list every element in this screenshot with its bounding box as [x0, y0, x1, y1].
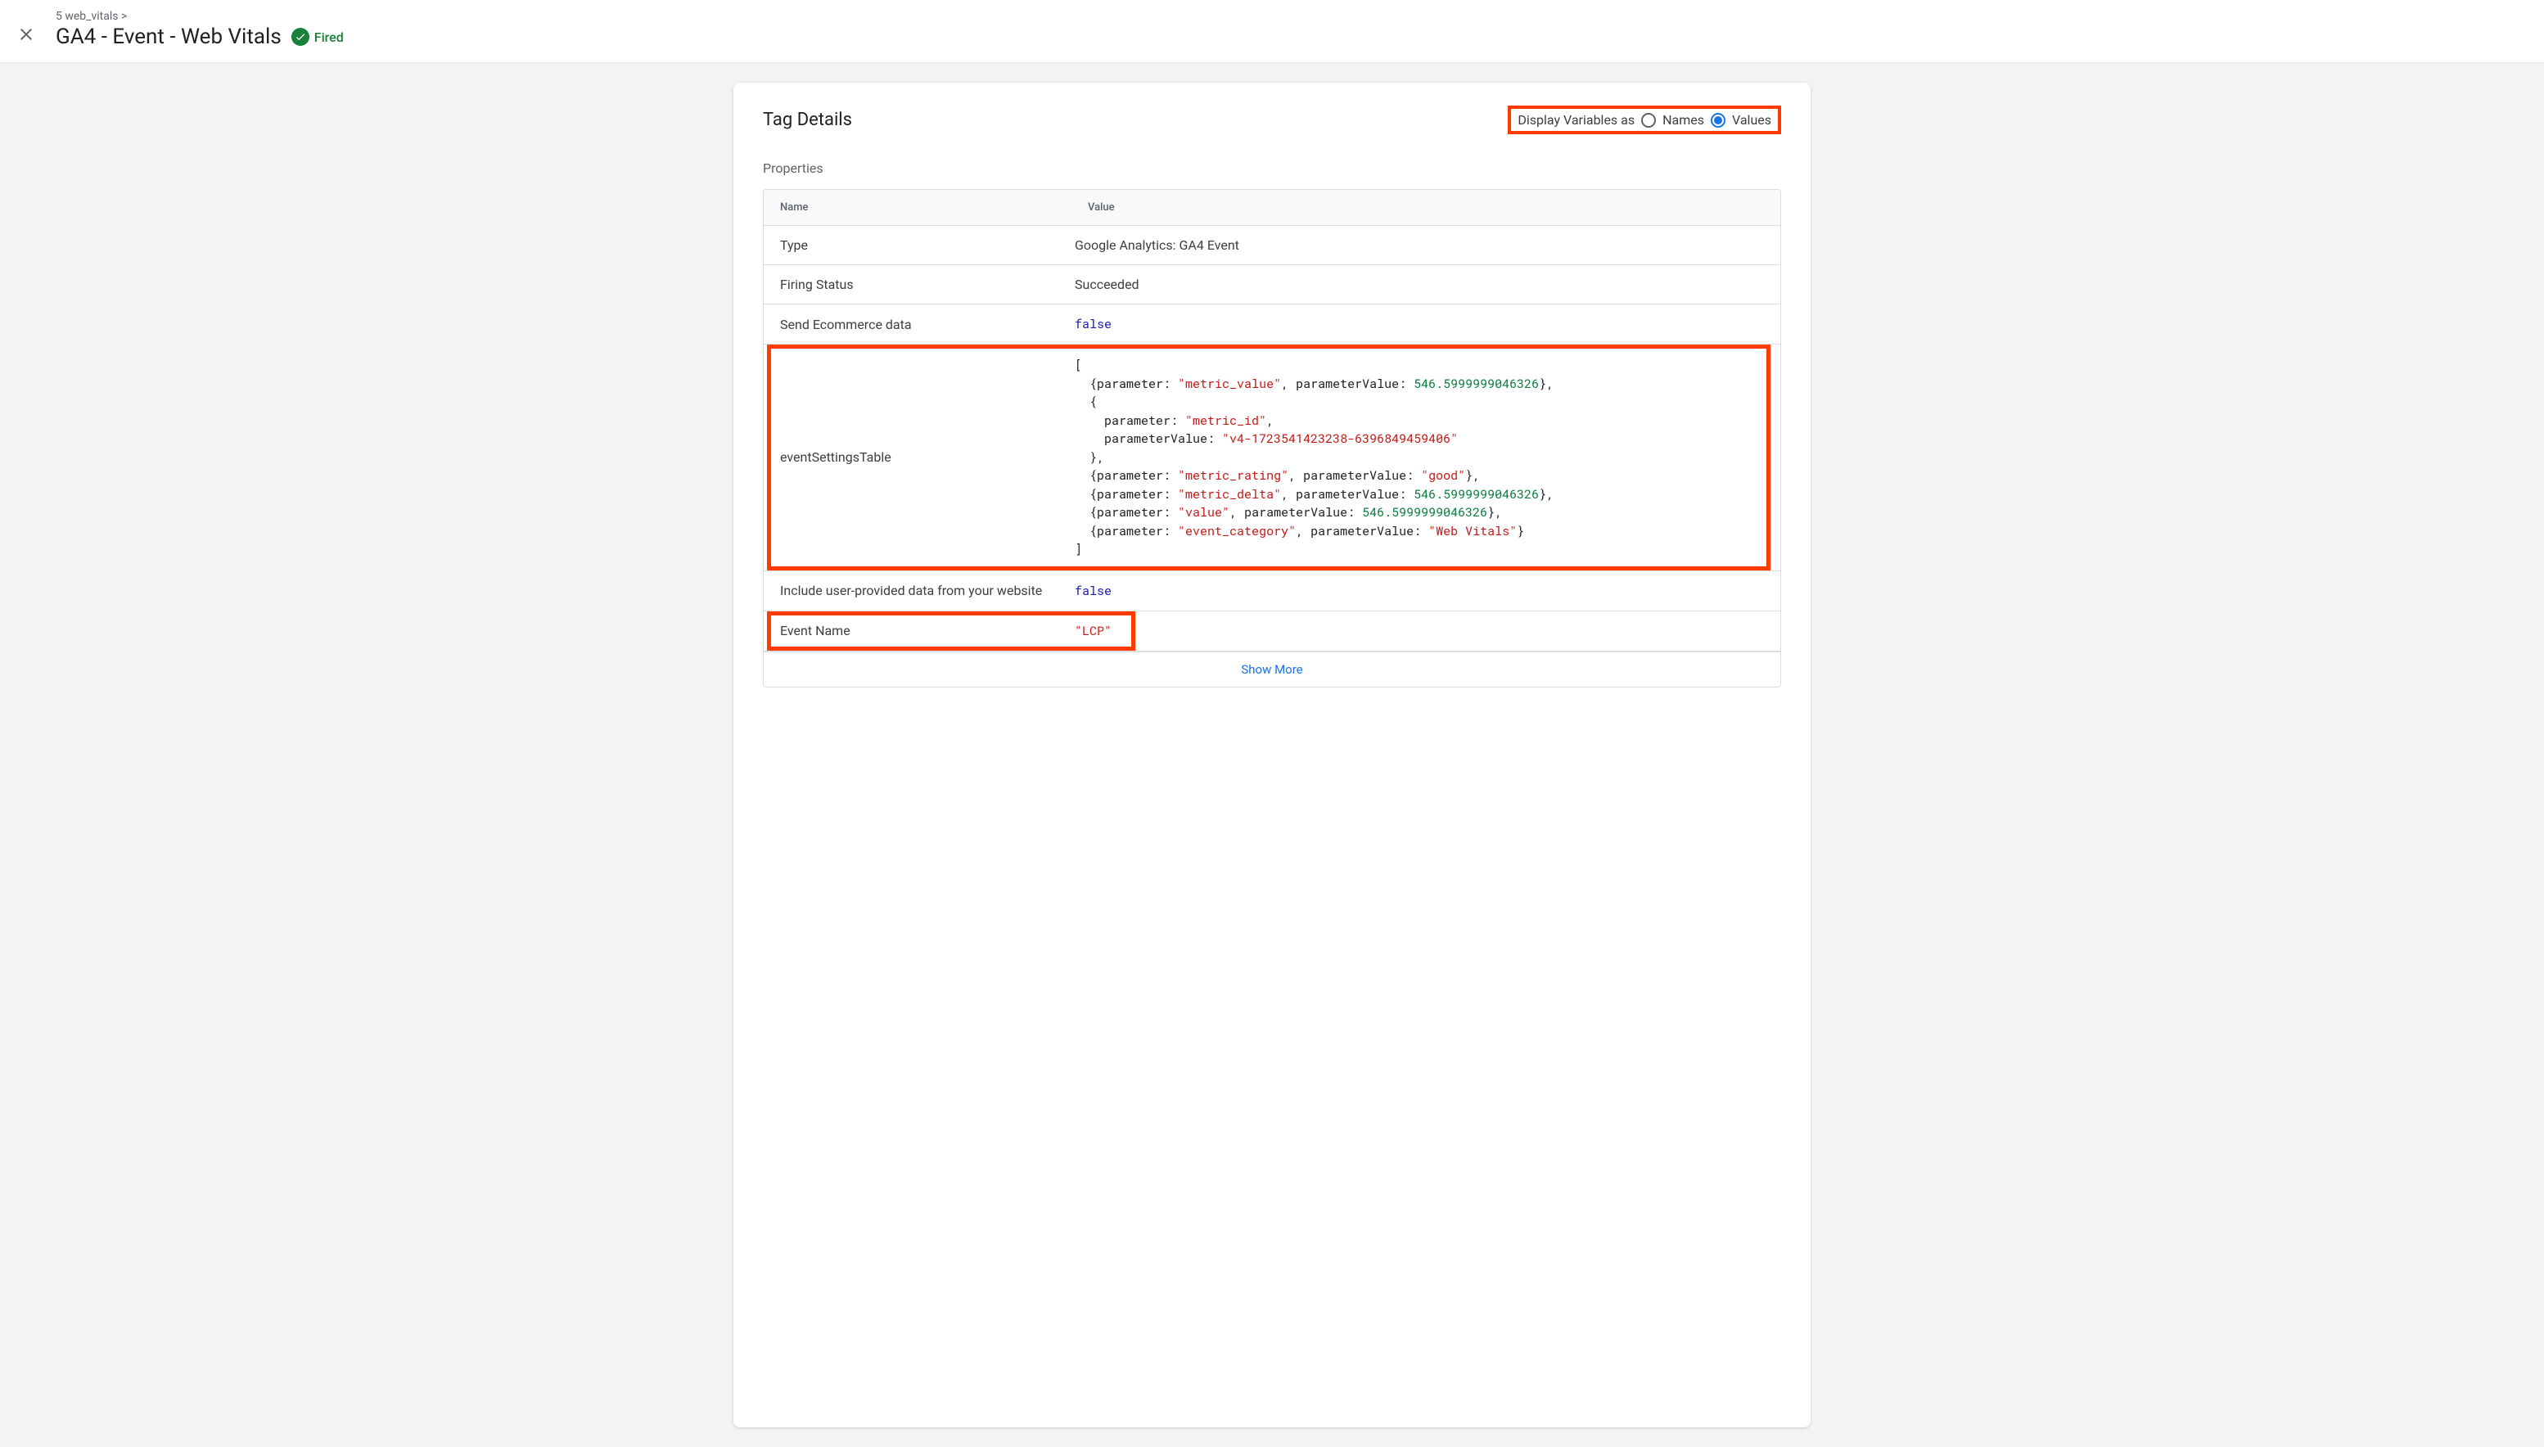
row-value: "LCP": [1071, 611, 1780, 651]
radio-names-label: Names: [1662, 112, 1704, 128]
row-name: Firing Status: [764, 265, 1071, 304]
row-name: eventSettingsTable: [764, 438, 1071, 476]
row-name: Type: [764, 226, 1071, 264]
radio-values-label: Values: [1732, 112, 1771, 128]
panel-title: Tag Details: [763, 110, 852, 130]
breadcrumb[interactable]: 5 web_vitals >: [56, 10, 344, 23]
fired-badge: Fired: [291, 28, 344, 46]
properties-table: Name Value Type Google Analytics: GA4 Ev…: [763, 189, 1781, 687]
check-circle-icon: [291, 28, 309, 46]
table-row-type: Type Google Analytics: GA4 Event: [764, 226, 1780, 265]
close-button[interactable]: [16, 25, 36, 47]
table-row-send-ecommerce: Send Ecommerce data false: [764, 304, 1780, 345]
table-row-firing-status: Firing Status Succeeded: [764, 265, 1780, 304]
column-header-name: Name: [764, 190, 1071, 225]
close-icon: [16, 25, 36, 44]
fired-label: Fired: [314, 29, 344, 45]
page-title: GA4 - Event - Web Vitals: [56, 25, 282, 49]
display-toggle-label: Display Variables as: [1518, 112, 1635, 128]
row-name: Event Name: [764, 611, 1071, 650]
tag-details-panel: Tag Details Display Variables as Names V…: [733, 83, 1811, 1427]
row-value: Google Analytics: GA4 Event: [1071, 226, 1780, 264]
table-row-include-user-data: Include user-provided data from your web…: [764, 571, 1780, 611]
radio-values[interactable]: [1711, 113, 1725, 128]
column-header-value: Value: [1071, 190, 1780, 225]
row-value: false: [1071, 571, 1780, 611]
row-name: Include user-provided data from your web…: [764, 571, 1071, 610]
display-variables-toggle: Display Variables as Names Values: [1508, 106, 1781, 134]
table-row-event-settings: eventSettingsTable [ {parameter: "metric…: [764, 345, 1780, 571]
properties-section-title: Properties: [763, 160, 1781, 176]
row-value: false: [1071, 304, 1780, 344]
radio-names[interactable]: [1641, 113, 1656, 128]
table-row-event-name: Event Name "LCP": [764, 611, 1780, 651]
row-name: Send Ecommerce data: [764, 305, 1071, 344]
show-more-button[interactable]: Show More: [764, 651, 1780, 687]
row-value-code: [ {parameter: "metric_value", parameterV…: [1071, 345, 1780, 570]
row-value: Succeeded: [1071, 265, 1780, 304]
